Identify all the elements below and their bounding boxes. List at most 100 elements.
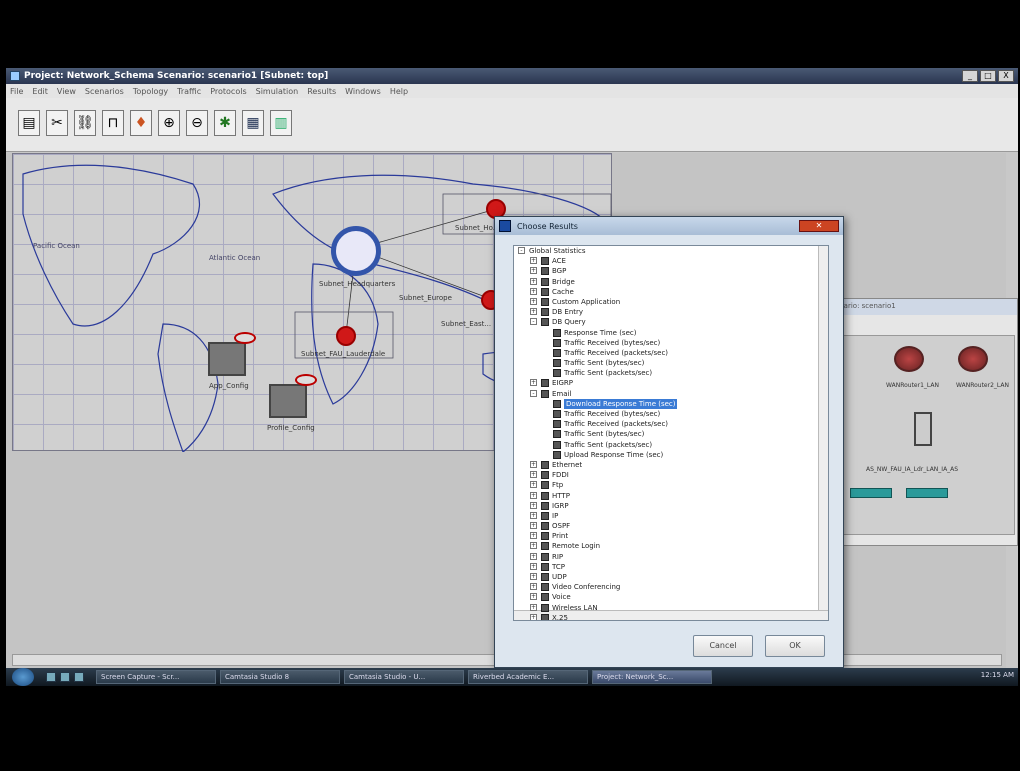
menu-help[interactable]: Help — [390, 87, 408, 96]
tree-checkbox[interactable] — [553, 430, 561, 439]
tray-clock[interactable]: 12:15 AM — [981, 671, 1014, 679]
tree-checkbox[interactable] — [553, 450, 561, 459]
tree-expander-icon[interactable]: + — [530, 613, 537, 620]
tree-expander-icon[interactable]: + — [530, 603, 537, 611]
wan-router-1-icon[interactable] — [894, 346, 924, 372]
tree-checkbox[interactable] — [541, 460, 549, 469]
menu-topology[interactable]: Topology — [133, 87, 168, 96]
tree-row[interactable]: Upload Response Time (sec) — [514, 450, 828, 460]
tree-checkbox[interactable] — [541, 297, 549, 306]
tree-expander-icon[interactable]: + — [530, 552, 537, 560]
tree-expander-icon[interactable]: + — [530, 267, 537, 275]
tree-checkbox[interactable] — [541, 583, 549, 592]
tree-row[interactable]: Download Response Time (sec) — [514, 398, 828, 409]
tree-checkbox[interactable] — [541, 562, 549, 571]
tree-checkbox[interactable] — [541, 522, 549, 531]
menu-scenarios[interactable]: Scenarios — [85, 87, 124, 96]
tree-row[interactable]: + Wireless LAN — [514, 603, 828, 613]
tree-row[interactable]: + TCP — [514, 562, 828, 572]
tree-row[interactable]: + EIGRP — [514, 378, 828, 388]
menu-file[interactable]: File — [10, 87, 23, 96]
tree-row[interactable]: + Voice — [514, 592, 828, 602]
tree-checkbox[interactable] — [541, 308, 549, 317]
tree-checkbox[interactable] — [541, 552, 549, 561]
tree-checkbox[interactable] — [553, 410, 561, 418]
tree-expander-icon[interactable]: + — [530, 511, 537, 519]
tree-row[interactable]: + X.25 — [514, 613, 828, 620]
minimize-button[interactable]: _ — [962, 70, 978, 82]
view-results-icon[interactable]: ▥ — [270, 110, 292, 136]
run-simulation-icon[interactable]: ▦ — [242, 110, 264, 136]
tree-expander-icon[interactable]: + — [530, 460, 537, 468]
tree-row[interactable]: - DB Query — [514, 317, 828, 327]
zoom-in-icon[interactable]: ⊕ — [158, 110, 180, 136]
tree-row[interactable]: + Print — [514, 531, 828, 541]
tree-row[interactable]: + Remote Login — [514, 541, 828, 551]
tree-checkbox[interactable] — [541, 593, 549, 602]
menu-windows[interactable]: Windows — [345, 87, 381, 96]
menu-results[interactable]: Results — [307, 87, 336, 96]
tree-row[interactable]: Traffic Received (packets/sec) — [514, 348, 828, 358]
menu-view[interactable]: View — [57, 87, 76, 96]
tree-expander-icon[interactable]: + — [530, 491, 537, 499]
tree-checkbox[interactable] — [541, 532, 549, 541]
dialog-close-button[interactable]: ✕ — [799, 220, 839, 232]
maximize-button[interactable]: □ — [980, 70, 996, 82]
tree-expander-icon[interactable]: + — [530, 593, 537, 601]
tree-checkbox[interactable] — [553, 440, 561, 449]
tree-row[interactable]: Traffic Received (bytes/sec) — [514, 338, 828, 348]
zoom-out-icon[interactable]: ⊖ — [186, 110, 208, 136]
tree-checkbox[interactable] — [541, 267, 549, 276]
switch-1-icon[interactable] — [850, 488, 892, 498]
tree-row[interactable]: + Ftp — [514, 480, 828, 490]
tree-expander-icon[interactable]: + — [530, 481, 537, 489]
menu-traffic[interactable]: Traffic — [177, 87, 201, 96]
tree-checkbox[interactable] — [541, 542, 549, 551]
tree-expander-icon[interactable]: + — [530, 562, 537, 570]
tree-checkbox[interactable] — [541, 501, 549, 510]
tree-row[interactable]: Traffic Sent (packets/sec) — [514, 368, 828, 378]
tree-row[interactable]: + IGRP — [514, 501, 828, 511]
tree-row[interactable]: Response Time (sec) — [514, 328, 828, 338]
wan-router-2-icon[interactable] — [958, 346, 988, 372]
tree-checkbox[interactable] — [541, 491, 549, 500]
tree-checkbox[interactable] — [553, 338, 561, 347]
close-button[interactable]: X — [998, 70, 1014, 82]
tree-row[interactable]: + Custom Application — [514, 297, 828, 307]
media-player-icon[interactable] — [74, 672, 84, 682]
tree-row[interactable]: + OSPF — [514, 521, 828, 531]
tree-expander-icon[interactable]: + — [530, 522, 537, 530]
configure-icon[interactable]: ✱ — [214, 110, 236, 136]
start-button[interactable] — [12, 668, 34, 686]
tree-expander-icon[interactable]: + — [530, 257, 537, 265]
tree-expander-icon[interactable]: + — [530, 308, 537, 316]
menu-protocols[interactable]: Protocols — [210, 87, 246, 96]
link-tool-icon[interactable]: ⛓ — [74, 110, 96, 136]
profile-config-device[interactable] — [269, 374, 317, 418]
taskbar-task[interactable]: Riverbed Academic E... — [468, 670, 588, 684]
tree-row[interactable]: + IP — [514, 511, 828, 521]
taskbar-task[interactable]: Screen Capture - Scr... — [96, 670, 216, 684]
tree-expander-icon[interactable]: + — [530, 297, 537, 305]
tree-row[interactable]: + UDP — [514, 572, 828, 582]
tree-row[interactable]: - Email — [514, 389, 828, 399]
tree-expander-icon[interactable]: + — [530, 287, 537, 295]
tree-row[interactable]: + Bridge — [514, 277, 828, 287]
app-config-device[interactable] — [208, 332, 256, 376]
window-titlebar[interactable]: Project: Network_Schema Scenario: scenar… — [6, 68, 1018, 84]
tree-row[interactable]: Traffic Sent (bytes/sec) — [514, 429, 828, 439]
tree-checkbox[interactable] — [541, 511, 549, 520]
subnet-node-fau[interactable] — [336, 326, 356, 346]
taskbar-task[interactable]: Camtasia Studio 8 — [220, 670, 340, 684]
tree-row[interactable]: + RIP — [514, 552, 828, 562]
tree-expander-icon[interactable]: - — [530, 389, 537, 397]
tree-expander-icon[interactable]: + — [530, 573, 537, 580]
dialog-titlebar[interactable]: Choose Results ✕ — [495, 217, 843, 235]
tree-row[interactable]: + ACE — [514, 256, 828, 266]
tree-row[interactable]: + DB Entry — [514, 307, 828, 317]
tree-checkbox[interactable] — [553, 369, 561, 378]
server-icon[interactable] — [914, 412, 932, 446]
tree-checkbox[interactable] — [541, 471, 549, 480]
switch-2-icon[interactable] — [906, 488, 948, 498]
taskbar-task[interactable]: Camtasia Studio - U... — [344, 670, 464, 684]
